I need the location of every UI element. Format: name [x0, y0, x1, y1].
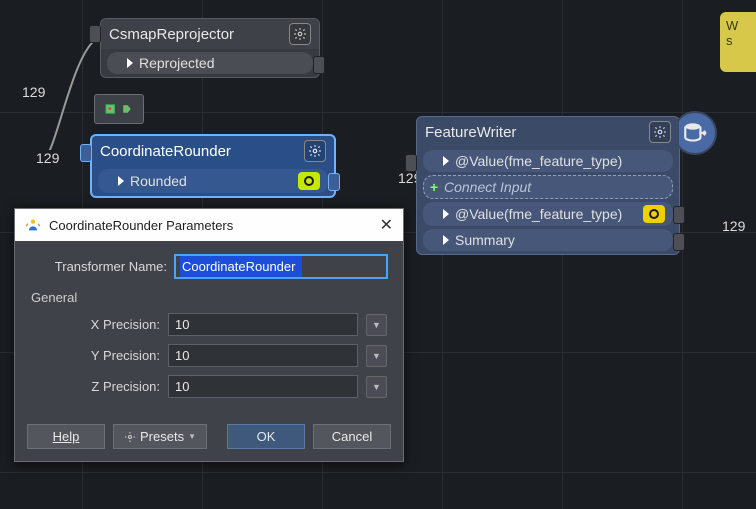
feature-count: 129	[722, 218, 745, 234]
z-precision-label: Z Precision:	[31, 379, 160, 394]
node-coordinaterounder[interactable]: CoordinateRounder Rounded	[90, 134, 336, 198]
feature-count: 129	[22, 84, 45, 100]
expand-icon	[127, 58, 133, 68]
output-port-feature[interactable]: @Value(fme_feature_type)	[423, 202, 673, 226]
expand-icon	[443, 156, 449, 166]
output-port-summary[interactable]: Summary	[423, 229, 673, 251]
port-label: @Value(fme_feature_type)	[455, 153, 622, 169]
expand-icon	[118, 176, 124, 186]
y-precision-input[interactable]	[168, 344, 358, 367]
ok-button[interactable]: OK	[227, 424, 305, 449]
cancel-button[interactable]: Cancel	[313, 424, 391, 449]
node-csmapreprojector[interactable]: CsmapReprojector Reprojected	[100, 18, 320, 78]
node-title-label: FeatureWriter	[425, 124, 516, 141]
inspect-icon[interactable]	[298, 172, 320, 190]
gear-icon[interactable]	[304, 140, 326, 162]
chevron-down-icon: ▼	[188, 432, 196, 441]
input-port[interactable]: @Value(fme_feature_type)	[423, 150, 673, 172]
node-title-label: CoordinateRounder	[100, 143, 231, 160]
node-title-label: CsmapReprojector	[109, 26, 234, 43]
z-precision-input[interactable]	[168, 375, 358, 398]
gear-icon[interactable]	[649, 121, 671, 143]
port-label: Connect Input	[444, 179, 531, 195]
output-port-rounded[interactable]: Rounded	[98, 169, 328, 193]
dialog-titlebar[interactable]: CoordinateRounder Parameters ✕	[15, 209, 403, 241]
writer-icon	[673, 111, 717, 155]
feature-count: 129	[36, 150, 59, 166]
port-label: @Value(fme_feature_type)	[455, 206, 622, 222]
chevron-down-icon[interactable]: ▼	[366, 376, 387, 398]
port-label: Rounded	[130, 173, 187, 189]
annotation-snippet: W s	[720, 12, 756, 72]
help-button[interactable]: Help	[27, 424, 105, 449]
expand-icon	[443, 209, 449, 219]
close-icon[interactable]: ✕	[380, 215, 393, 235]
expand-icon	[443, 235, 449, 245]
section-general: General	[31, 290, 387, 305]
chevron-down-icon[interactable]: ▼	[366, 345, 387, 367]
parameters-dialog: CoordinateRounder Parameters ✕ Transform…	[14, 208, 404, 462]
dialog-title: CoordinateRounder Parameters	[49, 218, 233, 233]
port-label: Summary	[455, 232, 515, 248]
node-featurewriter[interactable]: FeatureWriter @Value(fme_feature_type) +…	[416, 116, 680, 255]
name-label: Transformer Name:	[31, 259, 167, 274]
transformer-icon	[25, 217, 41, 233]
gear-icon	[124, 431, 136, 443]
port-label: Reprojected	[139, 55, 215, 71]
output-port-reprojected[interactable]: Reprojected	[107, 52, 313, 74]
y-precision-label: Y Precision:	[31, 348, 160, 363]
gear-icon[interactable]	[289, 23, 311, 45]
inspector-bookmark[interactable]	[94, 94, 144, 124]
inspect-icon[interactable]	[643, 205, 665, 223]
presets-button[interactable]: Presets ▼	[113, 424, 207, 449]
plus-icon: +	[430, 179, 438, 195]
chevron-down-icon[interactable]: ▼	[366, 314, 387, 336]
x-precision-label: X Precision:	[31, 317, 160, 332]
x-precision-input[interactable]	[168, 313, 358, 336]
connect-input[interactable]: + Connect Input	[423, 175, 673, 199]
transformer-name-input[interactable]	[175, 255, 387, 278]
